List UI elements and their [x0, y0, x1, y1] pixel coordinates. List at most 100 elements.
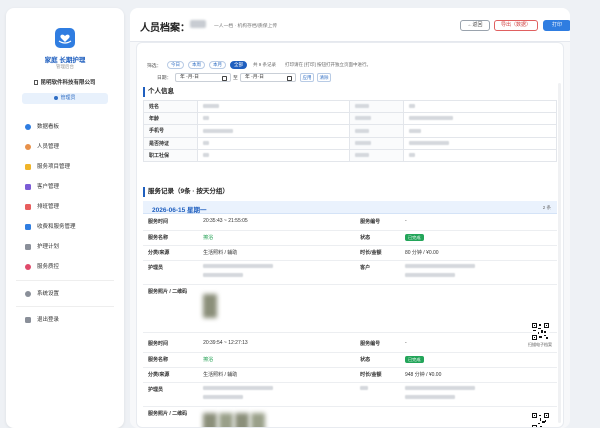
export-button[interactable]: 导出（数据）	[494, 20, 538, 31]
filter-chip-week[interactable]: 本周	[188, 61, 205, 69]
date-from-input[interactable]: 年 -月-日	[175, 73, 231, 82]
personal-info-table: 姓名 年龄 手机号 是否持证 职工社保	[143, 99, 557, 162]
day-count: 2 条	[542, 205, 551, 210]
date-to-input[interactable]: 年 -月-日	[240, 73, 296, 82]
scrollbar[interactable]	[558, 83, 561, 423]
day-group-header[interactable]: 2026-06-15 星期一 2 条	[143, 201, 557, 214]
table-row: 服务时间 20:35:43 ~ 21:55:05 服务编号 -	[143, 215, 557, 231]
print-button[interactable]: 打印	[543, 20, 570, 31]
plan-icon	[25, 244, 31, 250]
sidebar-item-billing[interactable]: 收费和服务管理	[6, 220, 124, 234]
sidebar-item-label: 服务质控	[37, 264, 60, 270]
sidebar-item-customers[interactable]: 客户管理	[6, 180, 124, 194]
filter-chip-month[interactable]: 本月	[209, 61, 226, 69]
building-icon	[34, 80, 39, 86]
table-row: 服务名称 擦浴 状态 已完成	[143, 352, 557, 368]
service-record-2: 服务时间 20:39:54 ~ 12:27:13 服务编号 - 服务名称 擦浴 …	[143, 337, 557, 427]
table-row: 职工社保	[143, 148, 557, 162]
sidebar-item-label: 客户管理	[37, 184, 60, 190]
sidebar-divider	[16, 306, 114, 307]
table-row: 护理员 客户	[143, 260, 557, 285]
table-row: 服务时间 20:39:54 ~ 12:27:13 服务编号 -	[143, 337, 557, 353]
logout-icon	[25, 317, 31, 323]
content-card: 筛选： 今日 本周 本月 全部 共 9 条记录 打印请在 [打印] 按钮打开独立…	[136, 42, 564, 428]
main-panel: 人员档案： 一人一档 · 机构存档/质保上传 ←返回 导出（数据） 打印 筛选：…	[130, 8, 570, 428]
brand-name: 家庭 长期护理	[44, 57, 86, 64]
table-row: 是否持证	[143, 136, 557, 150]
table-row: 手机号	[143, 124, 557, 138]
date-from-value: 年 -月-日	[180, 75, 199, 80]
customer-icon	[25, 184, 31, 190]
filter-chip-today[interactable]: 今日	[167, 61, 184, 69]
sidebar-item-care-plan[interactable]: 护理计划	[6, 240, 124, 254]
field-label: 服务名称	[143, 352, 199, 368]
sidebar-item-label: 服务项目管理	[37, 164, 71, 170]
date-to-label: 至	[233, 76, 238, 81]
sidebar-item-service-items[interactable]: 服务项目管理	[6, 160, 124, 174]
sidebar-item-schedule[interactable]: 排班管理	[6, 200, 124, 214]
sidebar-item-settings[interactable]: 系统设置	[6, 287, 124, 301]
field-label: 服务照片 / 二维码	[143, 406, 199, 427]
field-label: 客户	[355, 260, 400, 285]
service-photo[interactable]	[203, 293, 218, 318]
service-photo[interactable]	[251, 412, 266, 427]
page-subtitle: 一人一档 · 机构存档/质保上传	[214, 24, 278, 29]
field-label: 服务时间	[143, 337, 199, 353]
sidebar-item-label: 人员管理	[37, 144, 60, 150]
sidebar-item-label: 退出登录	[37, 317, 60, 323]
pie-chart-icon	[25, 124, 31, 130]
service-records-title: 服务记录（9条 · 按天分组）	[143, 187, 229, 197]
sidebar-item-quality[interactable]: 服务质控	[6, 260, 124, 274]
field-label: 服务编号	[355, 215, 400, 231]
role-badge: 管理员	[22, 93, 108, 104]
field-label: 职工社保	[143, 148, 198, 162]
table-row: 年龄	[143, 112, 557, 126]
field-label: 状态	[355, 230, 400, 246]
table-row: 分类/来源 生活照料 / 辅助 时长/金额 948 分钟 / ¥0.00	[143, 367, 557, 383]
table-row: 服务照片 / 二维码	[143, 406, 557, 427]
filter-chip-all[interactable]: 全部	[230, 61, 247, 69]
table-row: 姓名	[143, 99, 557, 114]
field-label: 护理员	[143, 382, 199, 407]
field-label: 时长/金额	[355, 367, 400, 383]
clear-button[interactable]: 清除	[317, 73, 331, 82]
date-label: 日期：	[157, 76, 172, 81]
service-record-1: 服务时间 20:35:43 ~ 21:55:05 服务编号 - 服务名称 擦浴 …	[143, 215, 557, 333]
field-label: 服务名称	[143, 230, 199, 246]
service-duration: 948 分钟 / ¥0.00	[399, 367, 557, 383]
field-label: 分类/来源	[143, 245, 199, 261]
filter-label: 筛选：	[147, 64, 162, 69]
service-photo[interactable]	[235, 412, 250, 427]
day-title: 2026-06-15 星期一	[152, 207, 207, 214]
schedule-icon	[25, 204, 31, 210]
gear-icon	[25, 291, 31, 297]
apply-button[interactable]: 应用	[300, 73, 314, 82]
sidebar-item-label: 收费和服务管理	[37, 224, 76, 230]
sidebar-item-label: 系统设置	[37, 291, 60, 297]
service-name: 擦浴	[198, 352, 356, 368]
print-hint: 打印请在 [打印] 按钮打开独立页面中进行。	[285, 62, 371, 67]
field-label: 是否持证	[143, 136, 198, 150]
service-photo[interactable]	[203, 412, 218, 427]
service-name: 擦浴	[198, 230, 356, 246]
sidebar-item-label: 护理计划	[37, 244, 60, 250]
user-circle-icon	[54, 95, 59, 100]
service-photo[interactable]	[219, 412, 234, 427]
calendar-icon	[287, 75, 292, 81]
field-label: 服务编号	[355, 337, 400, 353]
service-category: 生活照料 / 辅助	[198, 367, 356, 383]
sidebar-item-logout[interactable]: 退出登录	[6, 313, 124, 327]
field-label: 护理员	[143, 260, 199, 285]
sidebar-item-dashboard[interactable]: 数据看板	[6, 120, 124, 134]
table-row: 服务名称 擦浴 状态 已完成	[143, 230, 557, 246]
field-label: 分类/来源	[143, 367, 199, 383]
back-button[interactable]: ←返回	[460, 20, 490, 31]
tag-icon	[25, 164, 31, 170]
sidebar-item-staff[interactable]: 人员管理	[6, 140, 124, 154]
qr-code-icon[interactable]	[532, 413, 549, 428]
table-row: 分类/来源 生活照料 / 辅助 时长/金额 80 分钟 / ¥0.00	[143, 245, 557, 261]
record-count: 共 9 条记录	[253, 62, 277, 67]
brand-logo-icon	[55, 28, 75, 48]
field-label: 年龄	[143, 112, 198, 126]
service-category: 生活照料 / 辅助	[198, 245, 356, 261]
